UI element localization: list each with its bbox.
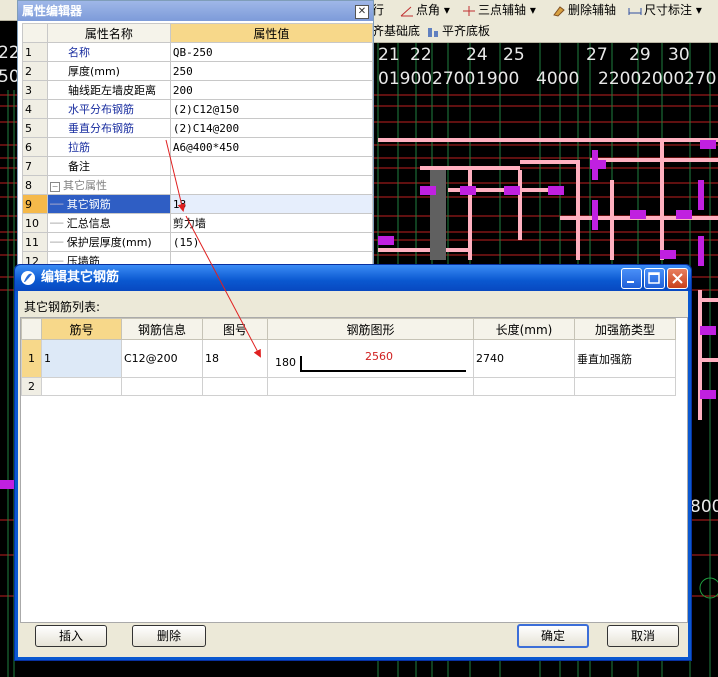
align-bottom-icon	[428, 27, 438, 37]
toolbar-point-angle[interactable]: 点角 ▾	[400, 2, 450, 18]
other-rebar-value[interactable]: 18	[169, 194, 373, 214]
shape-left-dim: 180	[275, 356, 296, 369]
property-row[interactable]: 10 ── 汇总信息 剪力墙	[22, 213, 373, 233]
column	[660, 250, 676, 259]
bar-no-cell[interactable]: 1	[41, 339, 122, 378]
property-editor-panel: 属性编辑器 ✕ 属性名称 属性值 1 名称 QB-250 2 厚度(mm) 25…	[17, 0, 374, 267]
axis-label: 21	[378, 45, 400, 65]
property-row[interactable]: 4 水平分布钢筋 (2)C12@150	[22, 99, 373, 119]
column-header-name: 属性名称	[46, 23, 171, 43]
column	[430, 170, 446, 260]
delete-button[interactable]: 删除	[132, 625, 206, 647]
axis-label: 22	[410, 45, 432, 65]
rebar-grid: 筋号 钢筋信息 图号 钢筋图形 长度(mm) 加强筋类型 1 1 C12@200…	[20, 317, 688, 623]
column-header-reinforcement-type[interactable]: 加强筋类型	[574, 318, 676, 340]
app-icon	[21, 271, 35, 285]
column	[378, 236, 394, 245]
column	[592, 200, 598, 230]
maximize-icon	[648, 272, 660, 284]
property-row[interactable]: 5 垂直分布钢筋 (2)C14@200	[22, 118, 373, 138]
axis-label: 30	[668, 45, 690, 65]
ok-button[interactable]: 确定	[517, 624, 589, 648]
column-header-rebar-shape[interactable]: 钢筋图形	[267, 318, 474, 340]
shape-top-dim: 2560	[365, 350, 393, 363]
column-header-bar-no[interactable]: 筋号	[41, 318, 122, 340]
property-row[interactable]: 7 备注	[22, 156, 373, 176]
dimension-label: 2200	[598, 69, 641, 89]
dialog-title-bar[interactable]: 编辑其它钢筋	[15, 265, 691, 291]
dimension-label: 1900	[476, 69, 519, 89]
column	[700, 390, 716, 399]
insert-button[interactable]: 插入	[35, 625, 107, 647]
minimize-button[interactable]	[621, 268, 642, 289]
dimension-label: 270	[684, 69, 716, 89]
property-row[interactable]: 6 拉筋 A6@400*450	[22, 137, 373, 157]
shape-no-cell[interactable]: 18	[202, 339, 268, 378]
reinforcement-type-cell[interactable]: 垂直加强筋	[574, 339, 676, 378]
property-group-row[interactable]: 8 − 其它属性	[22, 175, 373, 195]
toolbar-delete-axis[interactable]: 删除辅轴	[552, 2, 616, 18]
table-row[interactable]: 1 1 C12@200 18 180 2560 2740 垂直加强筋	[21, 339, 676, 378]
column-header-shape-no[interactable]: 图号	[202, 318, 268, 340]
column-header-rebar-info[interactable]: 钢筋信息	[121, 318, 203, 340]
minimize-icon	[627, 281, 634, 283]
axis-label: 24	[466, 45, 488, 65]
rebar-list-label: 其它钢筋列表:	[24, 300, 101, 314]
close-icon	[672, 273, 683, 284]
column	[698, 180, 704, 210]
column	[548, 186, 564, 195]
column-header-length[interactable]: 长度(mm)	[473, 318, 575, 340]
edit-other-rebar-dialog: 编辑其它钢筋 其它钢筋列表: 筋号 钢筋信息 图号 钢筋图形 长度(mm) 加强…	[14, 264, 692, 661]
column-header-value: 属性值	[169, 23, 373, 43]
property-table: 属性名称 属性值 1 名称 QB-250 2 厚度(mm) 250 3 轴线距左…	[22, 23, 373, 266]
toolbar-align-foundation-bottom[interactable]: 齐基础底	[372, 23, 420, 39]
column	[698, 236, 704, 266]
property-row[interactable]: 1 名称 QB-250	[22, 42, 373, 62]
angle-icon	[400, 6, 413, 16]
collapse-icon[interactable]: −	[49, 182, 60, 192]
rebar-shape-drawing: 180 2560	[275, 350, 466, 372]
rebar-info-cell[interactable]: C12@200	[121, 339, 203, 378]
close-button[interactable]	[667, 268, 688, 289]
axis-label: 25	[503, 45, 525, 65]
column	[700, 326, 716, 335]
rebar-table: 筋号 钢筋信息 图号 钢筋图形 长度(mm) 加强筋类型 1 1 C12@200…	[21, 318, 676, 396]
dimension-label: 2000	[641, 69, 684, 89]
property-row[interactable]: 3 轴线距左墙皮距离 200	[22, 80, 373, 100]
axis-bubble	[699, 577, 718, 599]
property-row[interactable]: 11 ── 保护层厚度(mm) (15)	[22, 232, 373, 252]
column	[420, 186, 436, 195]
dimension-label: 4000	[536, 69, 579, 89]
dialog-title: 编辑其它钢筋	[41, 270, 120, 285]
property-row-selected[interactable]: 9 ── 其它钢筋 18	[22, 194, 373, 214]
toolbar-three-point-axis[interactable]: 三点辅轴 ▾	[462, 2, 536, 18]
column	[592, 150, 598, 180]
dimension-label: 2700	[432, 69, 475, 89]
column	[700, 140, 716, 149]
dimension-label: 01900	[378, 69, 432, 89]
table-row[interactable]: 2	[21, 377, 676, 396]
property-row[interactable]: 2 厚度(mm) 250	[22, 61, 373, 81]
column	[504, 186, 520, 195]
rebar-shape-cell[interactable]: 180 2560	[267, 339, 474, 378]
axis-icon	[463, 5, 475, 16]
dialog-body: 其它钢筋列表: 筋号 钢筋信息 图号 钢筋图形 长度(mm) 加强筋类型 1 1…	[18, 291, 688, 657]
eraser-icon	[553, 5, 565, 17]
length-cell[interactable]: 2740	[473, 339, 575, 378]
column	[676, 210, 692, 219]
column	[630, 210, 646, 219]
column	[460, 186, 476, 195]
property-editor-title: 属性编辑器	[18, 1, 373, 21]
toolbar-dimension[interactable]: 尺寸标注 ▾	[628, 2, 702, 18]
cancel-button[interactable]: 取消	[607, 625, 679, 647]
axis-label: 27	[586, 45, 608, 65]
axis-label: 29	[629, 45, 651, 65]
dimension-icon	[628, 7, 642, 15]
close-icon[interactable]: ✕	[355, 5, 369, 19]
dimension-label: 800	[690, 497, 718, 517]
secondary-toolbar: 齐基础底 平齐底板	[370, 20, 718, 43]
maximize-button[interactable]	[644, 268, 665, 289]
toolbar-align-slab-bottom[interactable]: 平齐底板	[426, 23, 490, 39]
